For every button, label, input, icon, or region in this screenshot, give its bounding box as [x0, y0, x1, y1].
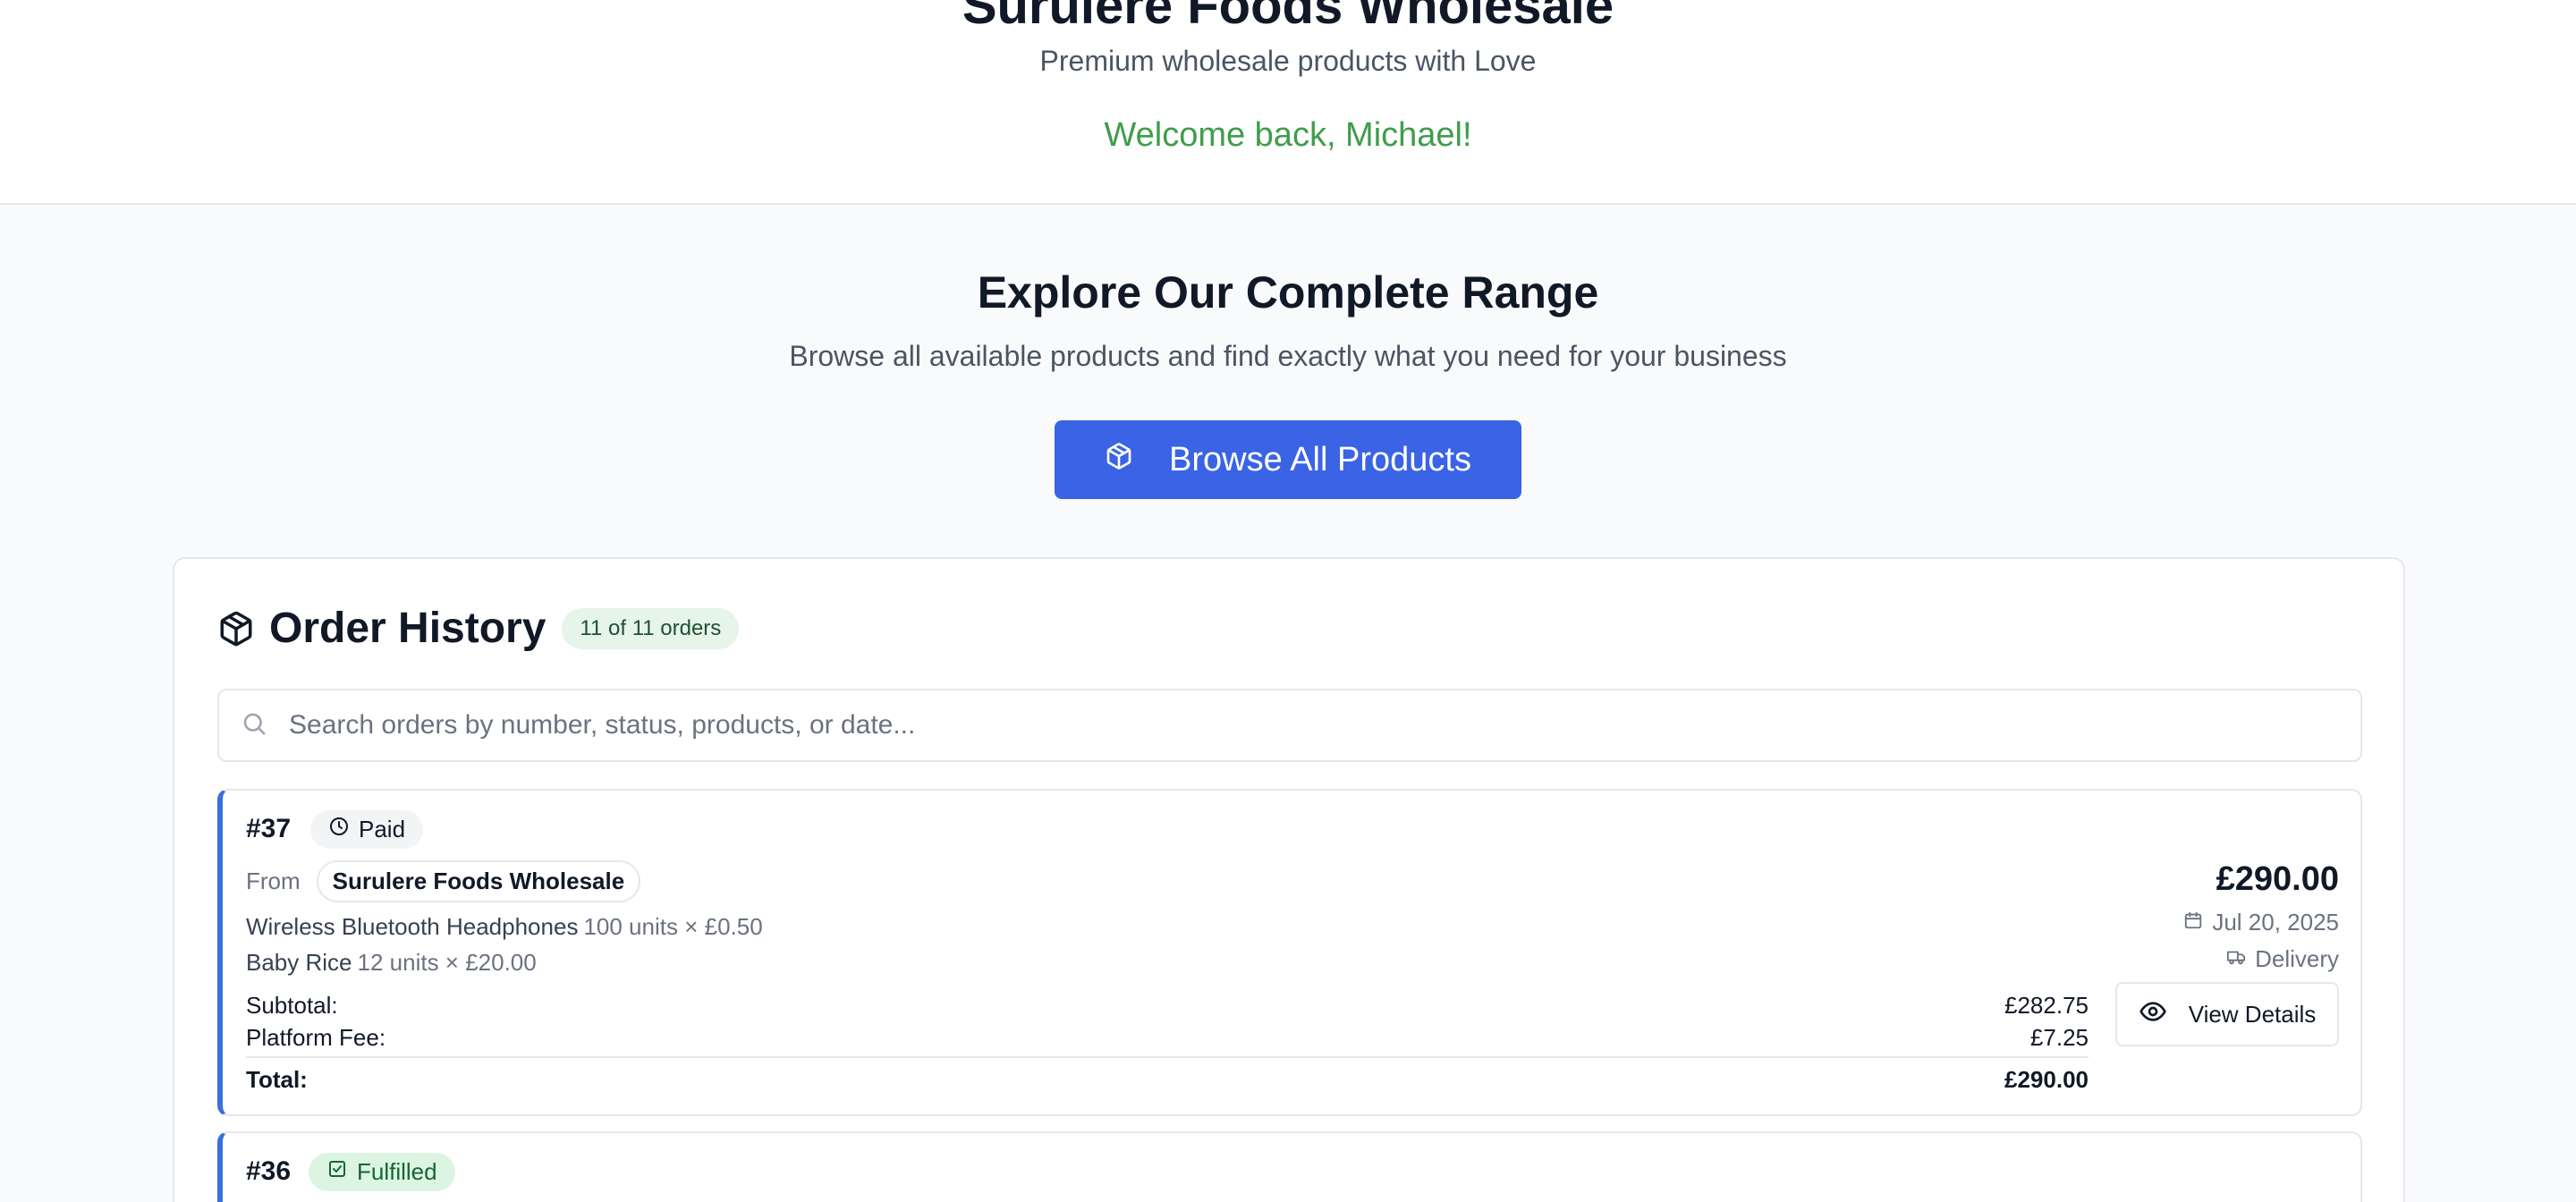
total-value: £290.00 [2004, 1066, 2089, 1093]
total-label: Total: [246, 1066, 308, 1093]
order-line-item: Wireless Bluetooth Headphones 100 units ×… [246, 913, 763, 941]
order-history-header: Order History 11 of 11 orders [217, 604, 740, 653]
platform-fee-label: Platform Fee: [246, 1024, 386, 1051]
order-search-input[interactable] [289, 710, 2360, 741]
order-history-title: Order History [269, 605, 547, 652]
package-check-icon [326, 1158, 348, 1186]
item-name: Baby Rice [246, 949, 352, 976]
order-delivery: Delivery [2226, 945, 2339, 973]
explore-title: Explore Our Complete Range [977, 267, 1599, 317]
search-icon [219, 710, 267, 741]
status-label: Fulfilled [357, 1158, 437, 1185]
clock-icon [328, 816, 350, 843]
order-date-text: Jul 20, 2025 [2212, 909, 2339, 935]
vendor-pill: Surulere Foods Wholesale [316, 860, 641, 902]
order-count-badge: 11 of 11 orders [562, 607, 740, 649]
platform-fee-value: £7.25 [2029, 1024, 2089, 1051]
store-tagline: Premium wholesale products with Love [1039, 45, 1537, 77]
calendar-icon [2183, 909, 2203, 936]
item-quantity: 12 units × £20.00 [357, 949, 537, 976]
store-header: Surulere Foods Wholesale Premium wholesa… [0, 0, 2576, 205]
order-amount: £290.00 [2216, 860, 2339, 898]
status-badge: Fulfilled [309, 1153, 455, 1191]
box-icon [1105, 441, 1133, 479]
status-badge: Paid [310, 810, 424, 849]
store-title: Surulere Foods Wholesale [962, 0, 1614, 35]
order-line-item: Baby Rice 12 units × £20.00 [246, 949, 537, 977]
order-date: Jul 20, 2025 [2183, 909, 2339, 936]
browse-all-products-button[interactable]: Browse All Products [1055, 420, 1521, 499]
order-search [217, 689, 2362, 762]
order-card: #37 Paid From Surulere Foods Wholesale W… [217, 789, 2362, 1116]
order-number: #36 [246, 1156, 292, 1186]
status-label: Paid [359, 816, 406, 842]
truck-icon [2226, 945, 2246, 973]
delivery-text: Delivery [2255, 945, 2339, 972]
item-name: Wireless Bluetooth Headphones [246, 913, 579, 940]
explore-subtitle: Browse all available products and find e… [789, 340, 1787, 372]
view-details-label: View Details [2188, 1000, 2317, 1028]
order-history-card: Order History 11 of 11 orders #37 Paid F… [173, 557, 2405, 1202]
eye-icon [2139, 997, 2167, 1032]
from-label: From [246, 868, 301, 894]
welcome-message: Welcome back, Michael! [1104, 116, 1472, 154]
order-number: #37 [246, 814, 292, 843]
order-from: From Surulere Foods Wholesale [246, 860, 641, 902]
item-quantity: 100 units × £0.50 [583, 913, 763, 940]
order-card: #36 Fulfilled [217, 1131, 2362, 1202]
total-divider [246, 1056, 2089, 1058]
package-icon [217, 610, 255, 648]
view-details-button[interactable]: View Details [2115, 982, 2339, 1046]
browse-all-products-label: Browse All Products [1169, 440, 1471, 478]
subtotal-label: Subtotal: [246, 992, 338, 1019]
subtotal-value: £282.75 [2004, 992, 2089, 1019]
